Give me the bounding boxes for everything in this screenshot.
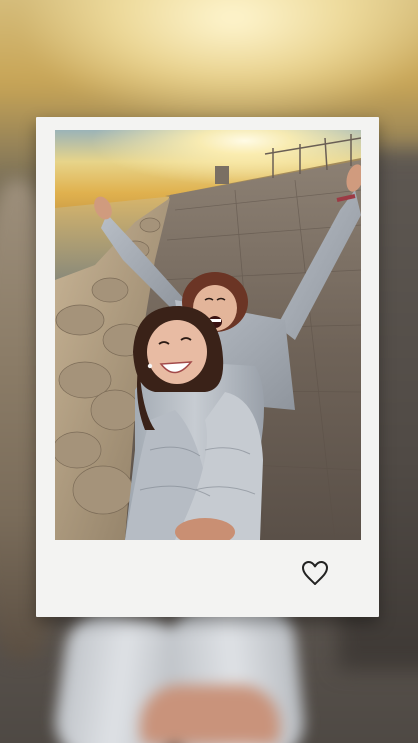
heart-outline-icon[interactable] (300, 558, 330, 588)
polaroid-frame (36, 117, 379, 617)
polaroid-photo (55, 130, 361, 540)
blurred-legs (50, 598, 310, 743)
selfie-photo-illustration (55, 130, 361, 540)
story-canvas (0, 0, 418, 743)
